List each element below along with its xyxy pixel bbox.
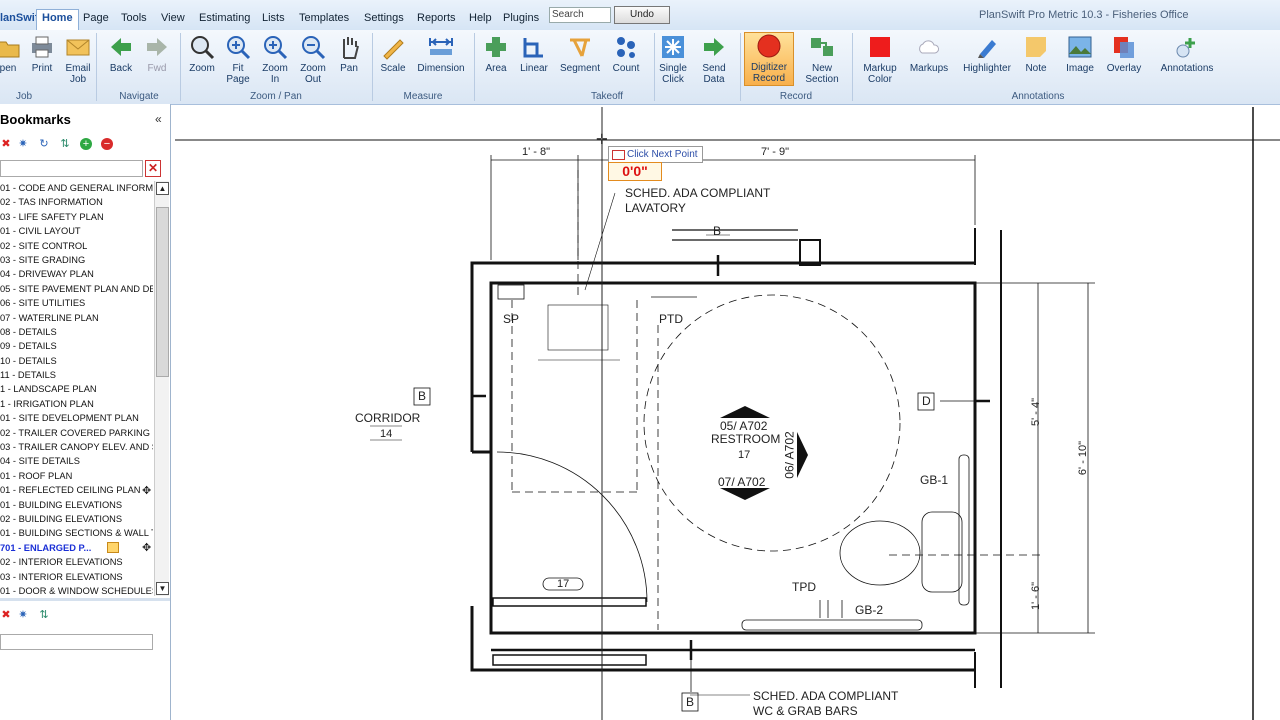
tag-d: D bbox=[922, 394, 931, 408]
tag-b: B bbox=[686, 695, 695, 709]
ptd-label: PTD bbox=[659, 312, 683, 326]
lavatory-note: LAVATORY bbox=[625, 201, 686, 215]
tag-b: B bbox=[418, 389, 427, 403]
corridor-label: CORRIDOR bbox=[355, 411, 421, 425]
dimension-label: 7' - 9" bbox=[761, 146, 790, 158]
door-number: 17 bbox=[557, 578, 570, 590]
elevation-ref-bottom: 07/ A702 bbox=[718, 475, 766, 489]
wc-note: WC & GRAB BARS bbox=[753, 704, 858, 718]
gb2-label: GB-2 bbox=[855, 603, 884, 617]
sp-label: SP bbox=[503, 312, 520, 326]
gb1-label: GB-1 bbox=[920, 473, 949, 487]
floor-plan-drawing bbox=[175, 107, 1280, 720]
dimension-label: 1' - 6" bbox=[1030, 581, 1043, 611]
dimension-label: 1' - 8" bbox=[522, 146, 551, 158]
cursor-crosshair-icon: ✛ bbox=[596, 131, 608, 147]
dimension-label: 6' - 10" bbox=[1077, 440, 1090, 476]
measurement-readout: 0'0" bbox=[608, 162, 662, 181]
lavatory-note: SCHED. ADA COMPLIANT bbox=[625, 186, 771, 200]
wc-note: SCHED. ADA COMPLIANT bbox=[753, 689, 899, 703]
tag-b: B bbox=[713, 224, 722, 238]
tooltip-text: Click Next Point bbox=[627, 149, 698, 160]
corridor-number: 14 bbox=[380, 428, 393, 440]
tpd-label: TPD bbox=[792, 580, 816, 594]
ruler-icon bbox=[612, 150, 625, 160]
restroom-number: 17 bbox=[738, 449, 751, 461]
restroom-label: RESTROOM bbox=[711, 432, 781, 446]
elevation-ref-right: 06/ A702 bbox=[782, 431, 797, 479]
dimension-label: 5' - 4" bbox=[1030, 397, 1043, 427]
elevation-ref-top: 05/ A702 bbox=[720, 419, 768, 433]
click-next-point-tooltip: Click Next Point bbox=[608, 146, 703, 163]
